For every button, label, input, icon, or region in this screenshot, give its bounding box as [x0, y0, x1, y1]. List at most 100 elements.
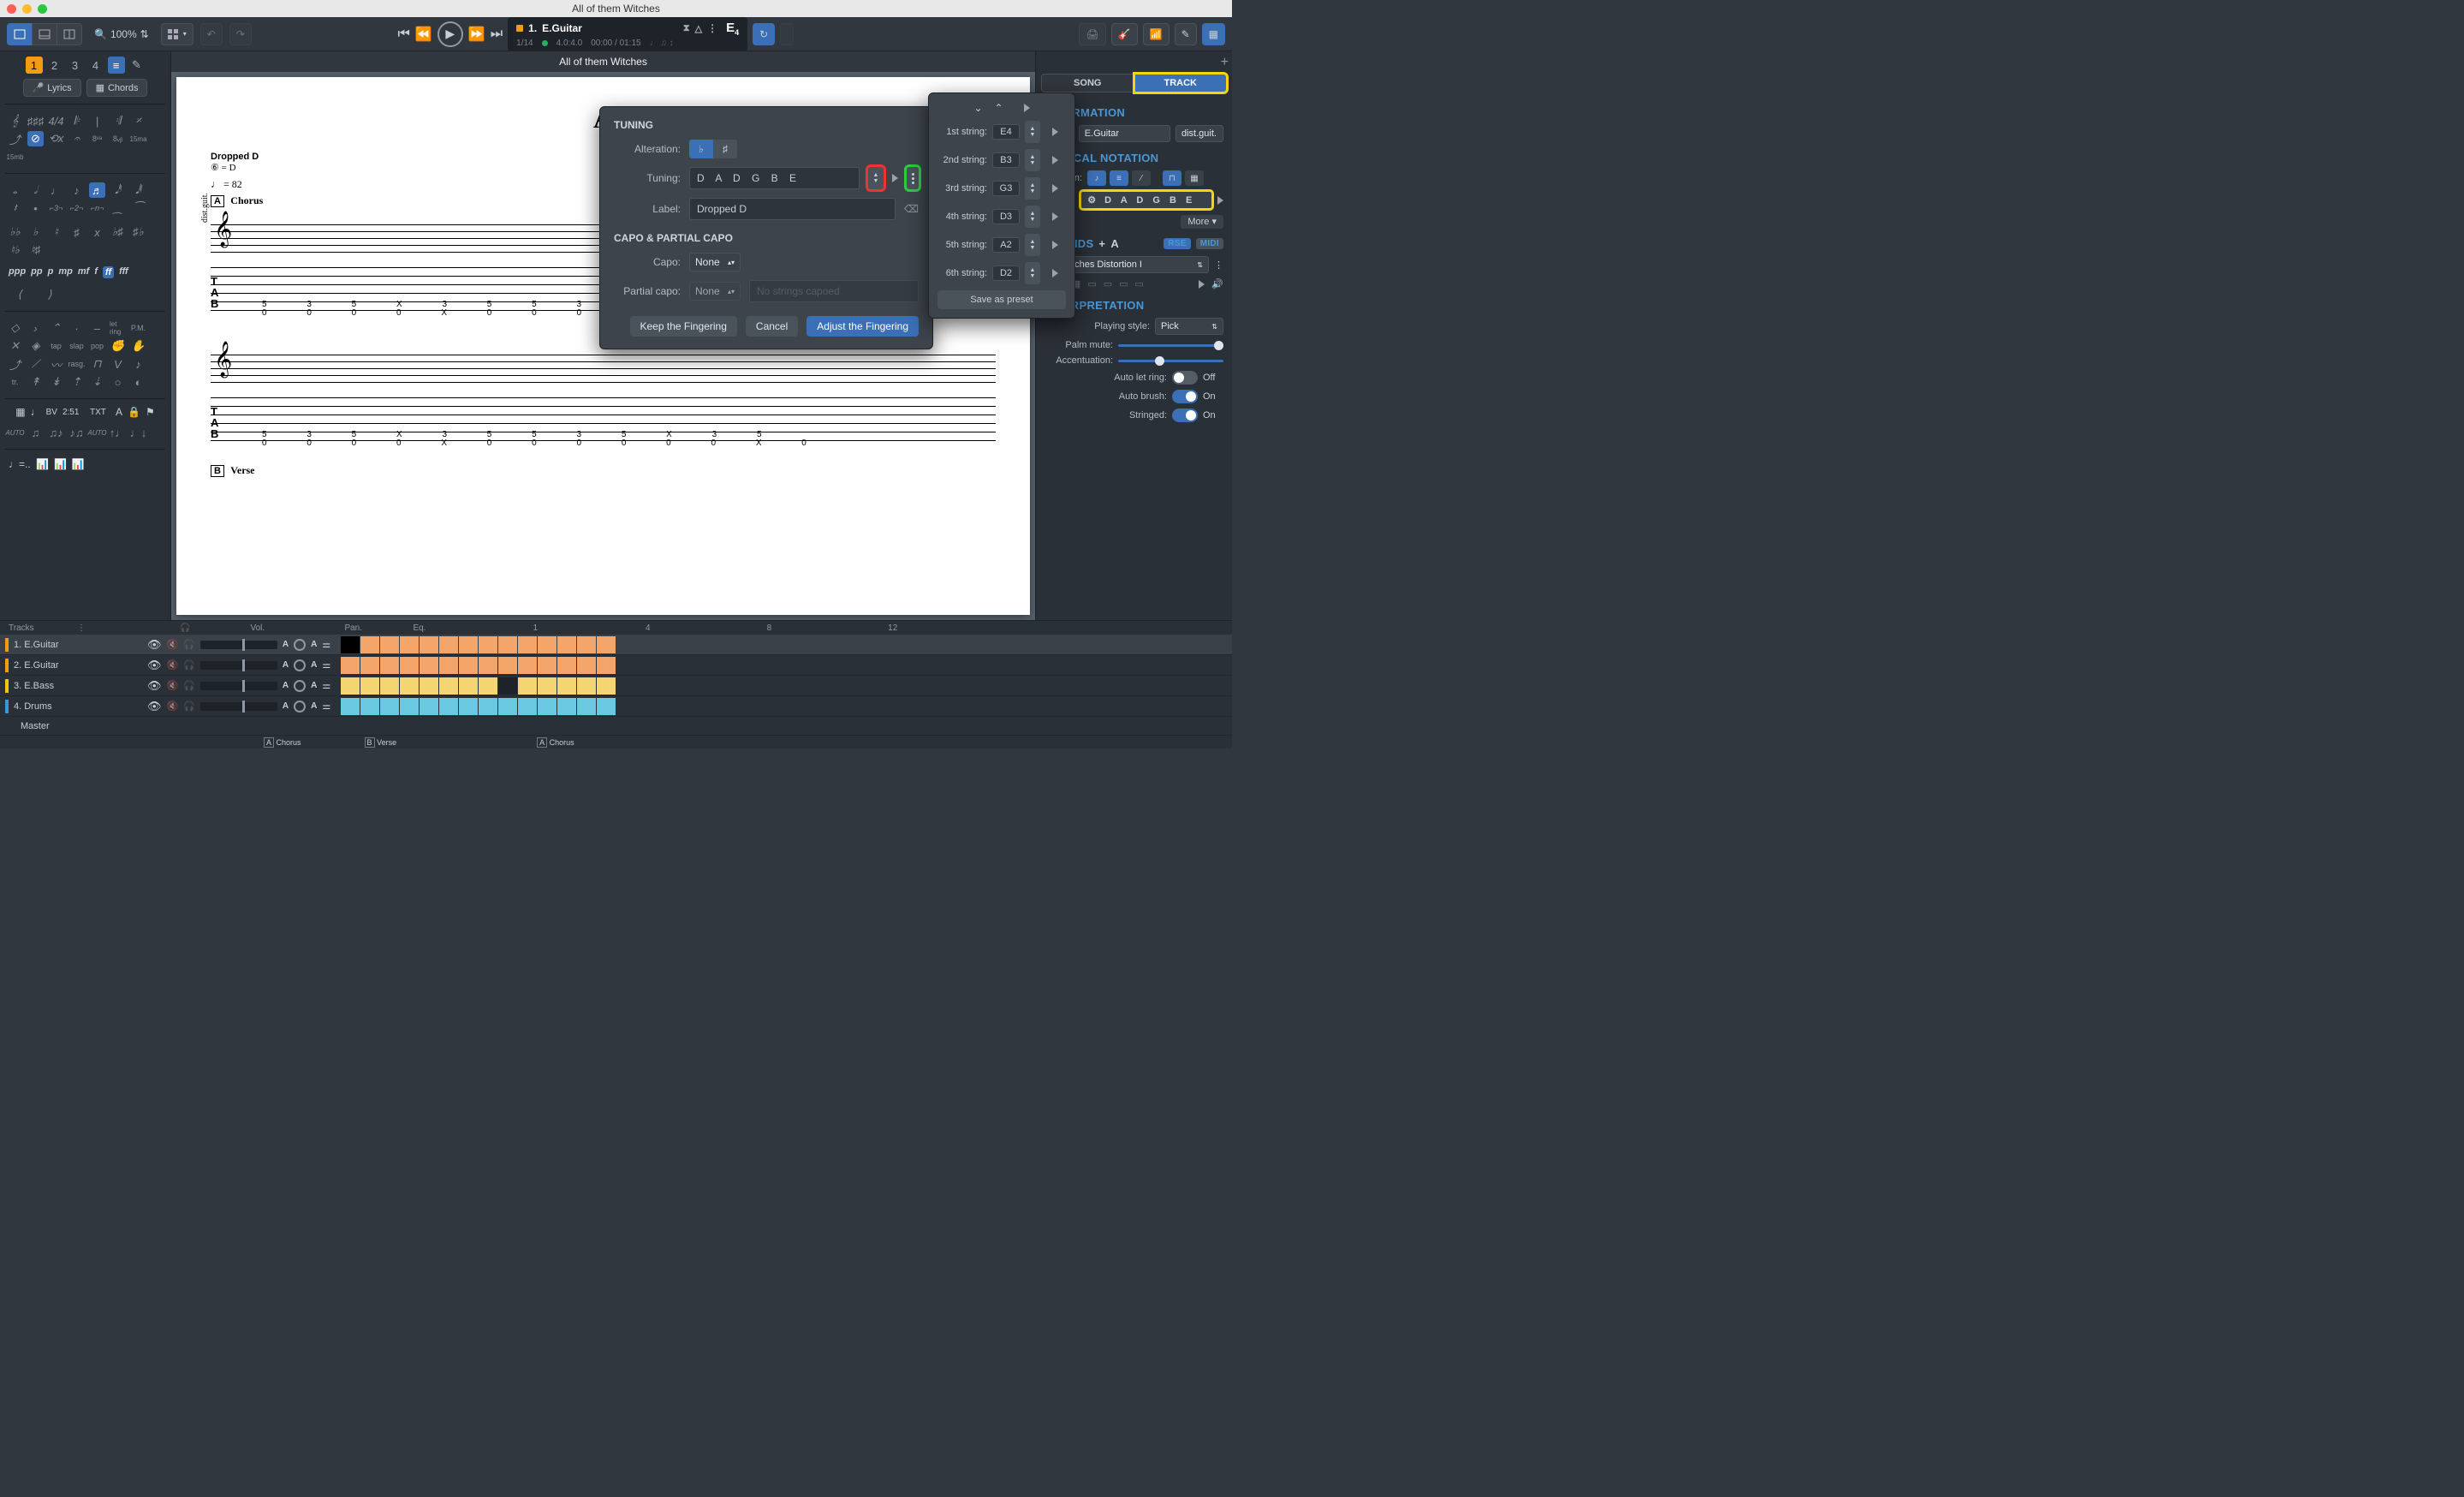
track-block[interactable]	[439, 636, 458, 653]
track-block[interactable]	[479, 636, 497, 653]
track-block[interactable]	[479, 698, 497, 715]
harmonic-icon[interactable]: ◈	[27, 338, 44, 354]
speaker-icon[interactable]: 🔊	[1211, 278, 1223, 289]
strings-expand-icon[interactable]: ⌃	[995, 102, 1003, 114]
freetime-button[interactable]: ⊘	[27, 131, 44, 146]
volume-automation-icon[interactable]: 📊	[36, 458, 49, 470]
track-block[interactable]	[400, 657, 419, 674]
track-block[interactable]	[459, 698, 478, 715]
string-2-play-icon[interactable]	[1052, 156, 1058, 164]
track-block[interactable]	[380, 677, 399, 695]
quarter-note-icon[interactable]: ♩	[48, 182, 64, 198]
tracks-more-icon[interactable]: ⋮	[77, 623, 86, 633]
vibrato-icon[interactable]: 〰	[48, 356, 64, 372]
mute-icon[interactable]: 🔇	[167, 680, 179, 691]
accent-icon[interactable]: ›	[27, 320, 44, 336]
beam2-icon[interactable]: ♫♪	[48, 425, 64, 440]
forward-icon[interactable]: ⏩	[468, 26, 485, 43]
string-4-stepper[interactable]: ▲▼	[1025, 206, 1040, 228]
track-short-field[interactable]: dist.guit.	[1175, 125, 1223, 142]
string-2-value[interactable]: B3	[992, 152, 1020, 168]
effect-7-icon[interactable]: ▭	[1135, 278, 1144, 289]
dot-icon[interactable]: •	[27, 200, 44, 216]
brush-down-icon[interactable]: ⇣	[89, 374, 105, 390]
pan-knob[interactable]	[294, 701, 306, 713]
keep-fingering-button[interactable]: Keep the Fingering	[630, 316, 737, 337]
stem-up-icon[interactable]: ↑♩	[110, 425, 126, 440]
downstroke-icon[interactable]: V	[110, 356, 126, 372]
brush-up-icon[interactable]: ⇡	[68, 374, 85, 390]
enharmonic3-icon[interactable]: ♮♭	[7, 242, 23, 258]
add-tab-button[interactable]: +	[1221, 55, 1229, 70]
anti-tie-icon[interactable]: ⁀	[130, 200, 146, 216]
tuplet-n-icon[interactable]: ⌐n¬	[89, 200, 105, 216]
clock-button[interactable]: 2:51	[62, 408, 85, 417]
track-row-1[interactable]: 1. E.Guitar👁🔇🎧AA⚌	[0, 635, 1232, 655]
palmmute-icon[interactable]: P.M.	[130, 320, 146, 336]
eq-icon[interactable]: ⚌	[322, 680, 330, 691]
notation-tab-button[interactable]: ≡	[1110, 170, 1128, 186]
strings-collapse-icon[interactable]: ⌄	[973, 102, 982, 114]
notation-standard-button[interactable]: ♪	[1087, 170, 1106, 186]
string-6-value[interactable]: D2	[992, 265, 1020, 281]
volume-slider[interactable]	[200, 641, 277, 649]
dyn-mf[interactable]: mf	[78, 266, 89, 278]
effect-6-icon[interactable]: ▭	[1119, 278, 1128, 289]
master-automation-icon[interactable]: 📊	[72, 458, 85, 470]
upstroke-icon[interactable]: ⊓	[89, 356, 105, 372]
inspector-button[interactable]: ▦	[1202, 23, 1225, 45]
pan-automation-icon[interactable]: 📊	[54, 458, 67, 470]
string-1-play-icon[interactable]	[1052, 128, 1058, 136]
stem-auto-icon[interactable]: AUTO	[89, 425, 105, 440]
enharmonic1-icon[interactable]: ♭♯	[110, 224, 126, 240]
tuning-play-right-icon[interactable]	[1217, 196, 1223, 205]
line-in-button[interactable]: ✎	[1175, 23, 1197, 45]
bend-icon[interactable]: ⤴	[7, 356, 23, 372]
document-tab[interactable]: All of them Witches	[171, 51, 1035, 72]
sound-automation-button[interactable]: A	[1110, 237, 1119, 250]
fretboard-button[interactable]: 🎸	[1111, 23, 1138, 45]
dyn-ff[interactable]: ff	[103, 266, 114, 278]
eq-icon[interactable]: ⚌	[322, 659, 330, 671]
capo-select[interactable]: None▴▾	[689, 253, 741, 271]
octave-va-icon[interactable]: 8ᵛᵃ	[89, 131, 105, 146]
track-block[interactable]	[597, 698, 616, 715]
solo-header-icon[interactable]: 🎧	[180, 623, 190, 633]
track-row-2[interactable]: 2. E.Guitar👁🔇🎧AA⚌	[0, 655, 1232, 676]
sixtyfourth-note-icon[interactable]: 𝅘𝅥𝅱	[130, 182, 146, 198]
dyn-ppp[interactable]: ppp	[9, 266, 26, 278]
tempo-automation-icon[interactable]: ♩=..	[9, 458, 31, 470]
clear-label-icon[interactable]: ⌫	[904, 203, 919, 215]
track-block[interactable]	[360, 636, 379, 653]
auto-let-ring-toggle[interactable]	[1172, 371, 1198, 385]
track-block[interactable]	[360, 657, 379, 674]
go-start-icon[interactable]: ⏮	[397, 27, 409, 42]
track-name-field[interactable]: E.Guitar	[1079, 125, 1170, 142]
stems-button[interactable]: ⊓	[1163, 170, 1181, 186]
track-block[interactable]	[439, 698, 458, 715]
eighth-note-icon[interactable]: ♪	[68, 182, 85, 198]
string-5-play-icon[interactable]	[1052, 241, 1058, 249]
arpeggio-down-icon[interactable]: ↡	[48, 374, 64, 390]
track-block[interactable]	[479, 677, 497, 695]
stringed-toggle[interactable]	[1172, 409, 1198, 422]
thirtysecond-note-icon[interactable]: 𝅘𝅥𝅰	[110, 182, 126, 198]
effect-4-icon[interactable]: ▭	[1087, 278, 1096, 289]
voice-2-button[interactable]: 2	[46, 57, 63, 74]
grace-icon[interactable]: ♪	[130, 356, 146, 372]
accentuation-slider[interactable]	[1118, 360, 1223, 362]
lyrics-button[interactable]: 🎤 Lyrics	[23, 79, 81, 97]
track-block[interactable]	[557, 636, 576, 653]
alteration-sharp-button[interactable]: ♯	[713, 140, 737, 158]
song-tab[interactable]: SONG	[1041, 74, 1134, 92]
vol-automation-icon[interactable]: A	[283, 640, 289, 649]
redo-button[interactable]: ↷	[229, 23, 252, 45]
loop-button[interactable]: ↻	[753, 23, 775, 45]
tuning-field-button[interactable]: ⚙ D A D G B E	[1080, 191, 1212, 209]
track-block[interactable]	[577, 636, 596, 653]
sound-preview-icon[interactable]	[1199, 280, 1205, 289]
voice-3-button[interactable]: 3	[67, 57, 84, 74]
adjust-fingering-button[interactable]: Adjust the Fingering	[806, 316, 919, 337]
clef-icon[interactable]: 𝄞	[7, 113, 23, 128]
dyn-p[interactable]: p	[48, 266, 54, 278]
